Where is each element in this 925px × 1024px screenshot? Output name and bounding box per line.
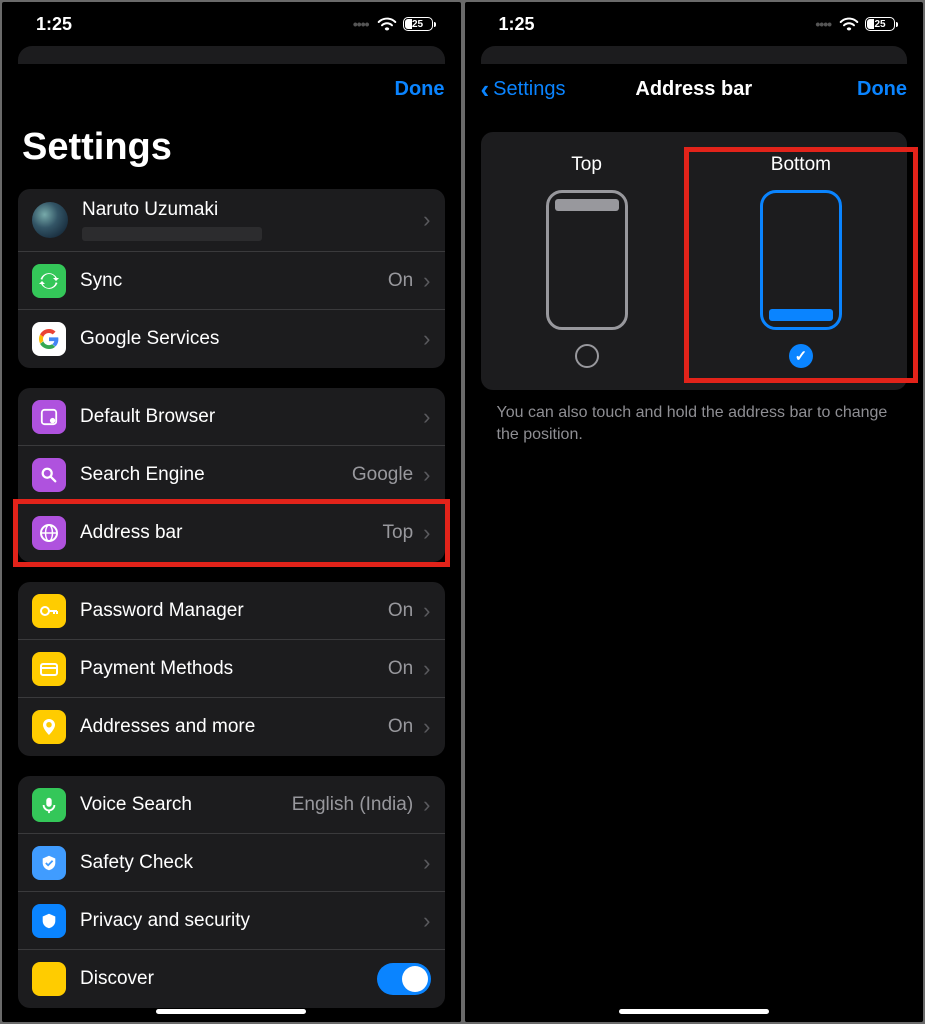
addresses-row[interactable]: Addresses and more On › <box>18 698 445 756</box>
radio-unselected[interactable] <box>575 344 599 368</box>
sheet-background-peek <box>18 46 445 64</box>
voice-search-row[interactable]: Voice Search English (India) › <box>18 776 445 834</box>
chevron-right-icon: › <box>423 207 430 233</box>
address-bar-row[interactable]: Address bar Top › <box>18 504 445 562</box>
chevron-right-icon: › <box>423 792 430 818</box>
status-time: 1:25 <box>36 14 72 35</box>
screenshot-left: 1:25 •••• 25 Done Settings Naruto Uzumak… <box>2 2 461 1022</box>
default-browser-row[interactable]: Default Browser › <box>18 388 445 446</box>
done-button[interactable]: Done <box>395 78 445 101</box>
option-top[interactable]: Top <box>497 154 677 368</box>
chevron-right-icon: › <box>423 404 430 430</box>
globe-icon <box>32 516 66 550</box>
status-time: 1:25 <box>499 14 535 35</box>
profile-row[interactable]: Naruto Uzumaki › <box>18 189 445 252</box>
battery-icon: 25 <box>865 17 895 31</box>
google-icon <box>32 322 66 356</box>
status-bar: 1:25 •••• 25 <box>2 2 461 46</box>
phone-mock-bottom <box>760 190 842 330</box>
privacy-row[interactable]: Privacy and security › <box>18 892 445 950</box>
battery-icon: 25 <box>403 17 433 31</box>
password-manager-row[interactable]: Password Manager On › <box>18 582 445 640</box>
safety-check-row[interactable]: Safety Check › <box>18 834 445 892</box>
settings-group-autofill: Password Manager On › Payment Methods On… <box>18 582 445 756</box>
shield-icon <box>32 904 66 938</box>
sync-icon <box>32 264 66 298</box>
settings-group-browser: Default Browser › Search Engine Google ›… <box>18 388 445 562</box>
sync-row[interactable]: Sync On › <box>18 252 445 310</box>
chevron-right-icon: › <box>423 520 430 546</box>
status-bar: 1:25 •••• 25 <box>465 2 924 46</box>
chevron-left-icon: ‹ <box>481 76 490 102</box>
page-title: Address bar <box>635 78 752 101</box>
wifi-icon <box>377 17 397 31</box>
home-indicator[interactable] <box>619 1009 769 1014</box>
modal-header: ‹ Settings Address bar Done <box>481 64 908 114</box>
default-browser-icon <box>32 400 66 434</box>
google-services-row[interactable]: Google Services › <box>18 310 445 368</box>
avatar <box>32 202 68 238</box>
pin-icon <box>32 710 66 744</box>
option-bottom[interactable]: Bottom ✓ <box>687 150 915 380</box>
card-icon <box>32 652 66 686</box>
chevron-right-icon: › <box>423 850 430 876</box>
chevron-right-icon: › <box>423 598 430 624</box>
settings-group-privacy: Voice Search English (India) › Safety Ch… <box>18 776 445 1008</box>
phone-mock-top <box>546 190 628 330</box>
done-button[interactable]: Done <box>857 78 907 101</box>
discover-toggle[interactable] <box>377 963 431 995</box>
chevron-right-icon: › <box>423 268 430 294</box>
page-title: Settings <box>22 126 441 169</box>
chevron-right-icon: › <box>423 326 430 352</box>
cellular-dots-icon: •••• <box>353 16 369 32</box>
key-icon <box>32 594 66 628</box>
chevron-right-icon: › <box>423 462 430 488</box>
chevron-right-icon: › <box>423 714 430 740</box>
shield-check-icon <box>32 846 66 880</box>
search-icon <box>32 458 66 492</box>
home-indicator[interactable] <box>156 1009 306 1014</box>
discover-row[interactable]: Discover <box>18 950 445 1008</box>
search-engine-row[interactable]: Search Engine Google › <box>18 446 445 504</box>
mic-icon <box>32 788 66 822</box>
modal-header: Done <box>18 64 445 114</box>
sheet-background-peek <box>481 46 908 64</box>
chevron-right-icon: › <box>423 656 430 682</box>
chevron-right-icon: › <box>423 908 430 934</box>
settings-group-account: Naruto Uzumaki › Sync On › Google Servic… <box>18 189 445 368</box>
footer-note: You can also touch and hold the address … <box>481 390 908 447</box>
profile-email-redacted <box>82 227 262 241</box>
payment-methods-row[interactable]: Payment Methods On › <box>18 640 445 698</box>
wifi-icon <box>839 17 859 31</box>
back-button[interactable]: ‹ Settings <box>481 76 566 102</box>
address-bar-options: Top Bottom ✓ <box>481 132 908 390</box>
discover-icon <box>32 962 66 996</box>
radio-selected[interactable]: ✓ <box>789 344 813 368</box>
screenshot-right: 1:25 •••• 25 ‹ Settings Address bar Done… <box>465 2 924 1022</box>
cellular-dots-icon: •••• <box>815 16 831 32</box>
profile-name: Naruto Uzumaki <box>82 199 423 221</box>
